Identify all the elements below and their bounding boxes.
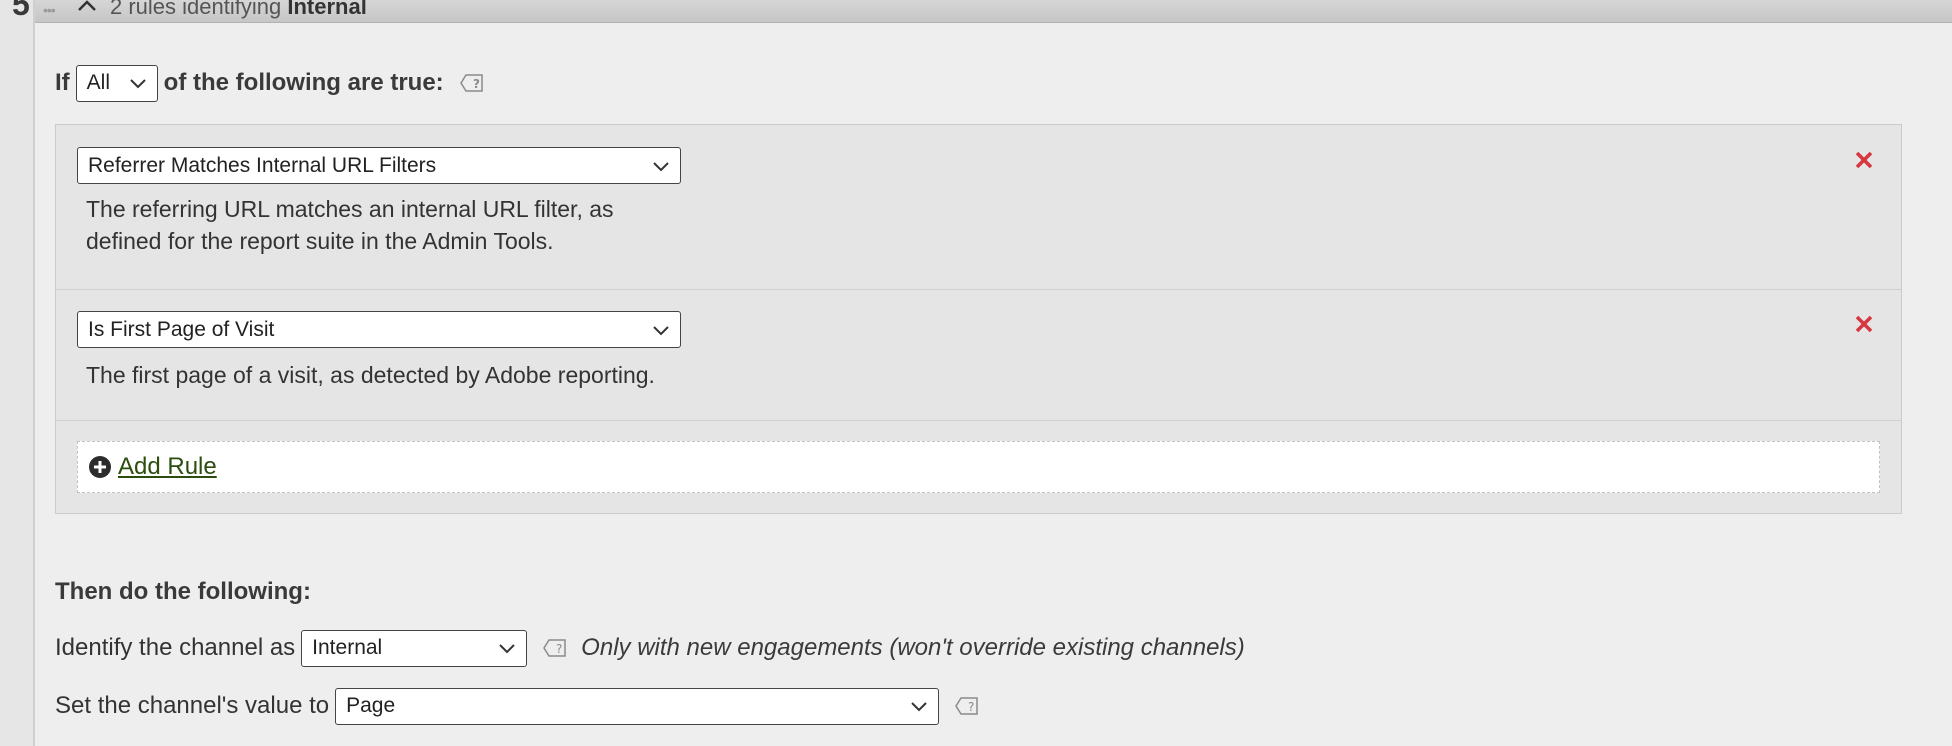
rule-description-line: The referring URL matches an internal UR…: [86, 196, 614, 222]
svg-text:?: ?: [556, 642, 562, 656]
chevron-down-icon: [129, 79, 146, 89]
remove-icon[interactable]: [1853, 313, 1875, 335]
remove-icon[interactable]: [1853, 149, 1875, 171]
rule-set-header[interactable]: ••• 2 rules identifying Internal: [35, 0, 1952, 23]
rules-container: Referrer Matches Internal URL Filters Th…: [55, 124, 1902, 514]
identify-channel-label: Identify the channel as: [55, 634, 296, 661]
channel-value-label: Set the channel's value to: [55, 692, 330, 719]
then-title: Then do the following:: [55, 578, 311, 605]
section-number: 5: [12, 0, 30, 22]
help-icon[interactable]: ?: [543, 638, 567, 658]
rule-type-value: Is First Page of Visit: [88, 317, 275, 341]
channel-value-row: Set the channel's value to Page ?: [55, 686, 979, 726]
rule-item: Is First Page of Visit The first page of…: [56, 289, 1901, 421]
match-type-value: All: [86, 71, 111, 94]
grip-icon[interactable]: •••: [43, 2, 56, 18]
match-type-select[interactable]: All: [75, 64, 158, 102]
help-icon[interactable]: ?: [459, 73, 484, 93]
left-strip: 5: [0, 0, 35, 746]
chevron-down-icon: [911, 702, 927, 712]
svg-text:?: ?: [968, 700, 974, 714]
header-title: 2 rules identifying Internal: [110, 0, 367, 20]
add-circle-icon[interactable]: [88, 455, 112, 479]
chevron-down-icon: [499, 644, 515, 654]
engagement-note: Only with new engagements (won't overrid…: [581, 634, 1245, 661]
condition-row: If All of the following are true: ?: [55, 64, 484, 102]
channel-value-select[interactable]: Page: [335, 687, 940, 725]
rule-description-line: defined for the report suite in the Admi…: [86, 228, 554, 254]
rule-item: Referrer Matches Internal URL Filters Th…: [56, 125, 1901, 290]
help-icon[interactable]: ?: [955, 696, 979, 716]
chevron-down-icon: [653, 325, 669, 335]
channel-value-select-value: Page: [346, 694, 396, 717]
channel-select[interactable]: Internal: [301, 629, 528, 667]
rule-type-select[interactable]: Is First Page of Visit: [77, 311, 681, 348]
identify-channel-row: Identify the channel as Internal ? Only …: [55, 628, 1245, 668]
rule-type-select[interactable]: Referrer Matches Internal URL Filters: [77, 147, 681, 184]
channel-select-value: Internal: [312, 636, 383, 659]
header-title-prefix: 2 rules identifying: [110, 0, 282, 19]
rule-description: The referring URL matches an internal UR…: [86, 193, 614, 257]
condition-suffix-label: of the following are true:: [163, 69, 444, 96]
rule-set-panel: ••• 2 rules identifying Internal If All …: [35, 0, 1952, 746]
add-rule-link[interactable]: Add Rule: [118, 453, 217, 481]
header-title-bold: Internal: [287, 0, 367, 19]
if-label: If: [55, 69, 70, 96]
add-rule-area: Add Rule: [77, 441, 1880, 493]
chevron-down-icon: [653, 161, 669, 171]
rule-description: The first page of a visit, as detected b…: [86, 359, 655, 391]
svg-text:?: ?: [473, 77, 480, 91]
collapse-chevron-icon[interactable]: [75, 0, 99, 16]
rule-description-line: The first page of a visit, as detected b…: [86, 362, 655, 388]
rule-type-value: Referrer Matches Internal URL Filters: [88, 153, 437, 177]
